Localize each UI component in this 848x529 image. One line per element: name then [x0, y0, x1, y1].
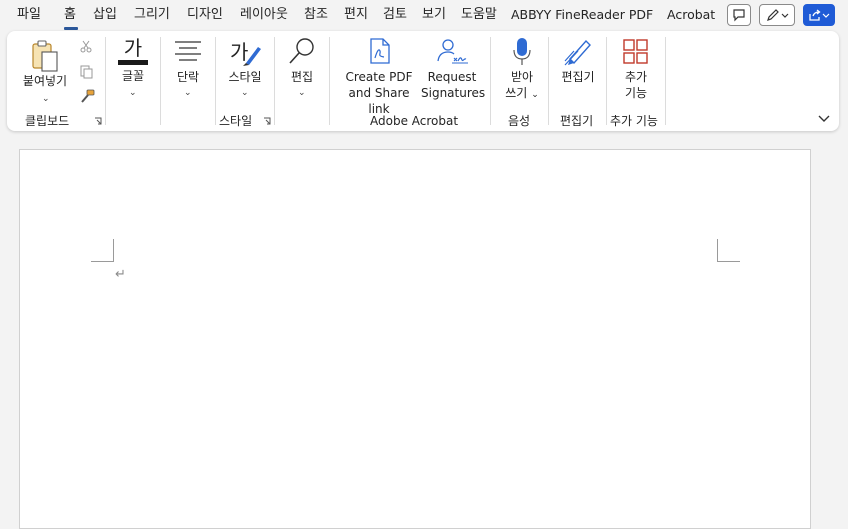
request-signatures-label-1: Request [427, 70, 477, 84]
separator [105, 37, 106, 125]
addins-group-label: 추가 기능 [610, 114, 658, 128]
editor-pen-icon [564, 39, 591, 66]
dictate-button[interactable]: 받아 쓰기 ⌄ [499, 37, 545, 107]
copy-icon[interactable] [79, 65, 93, 79]
paragraph-button[interactable]: 단락 ⌄ [165, 37, 211, 107]
dialog-launcher-icon[interactable] [263, 117, 271, 125]
share-icon [809, 9, 821, 21]
tab-design[interactable]: 디자인 [187, 6, 223, 24]
scissors-icon[interactable] [79, 39, 93, 53]
microphone-icon [513, 38, 531, 65]
separator [665, 37, 666, 125]
chevron-down-icon [781, 13, 789, 18]
dictate-label-1: 받아 [510, 70, 534, 84]
separator [490, 37, 491, 125]
editing-mode-button[interactable] [759, 4, 795, 26]
chevron-down-icon: ⌄ [184, 88, 192, 98]
addins-grid-icon [623, 39, 648, 64]
separator [215, 37, 216, 125]
editor-button[interactable]: 편집기 [555, 37, 601, 107]
top-left-margin-mark [91, 239, 114, 262]
voice-group-label: 음성 [508, 114, 531, 128]
tab-abbyy[interactable]: ABBYY FineReader PDF [511, 6, 653, 24]
request-signatures-label-2: Signatures [421, 86, 486, 100]
tab-home[interactable]: 홈 [64, 6, 76, 24]
create-pdf-label-1: Create PDF [345, 70, 413, 84]
chevron-down-icon: ⌄ [298, 88, 306, 98]
chevron-down-icon: ⌄ [42, 94, 50, 104]
svg-text:가: 가 [230, 40, 248, 64]
editor-label: 편집기 [561, 70, 595, 84]
dialog-launcher-icon[interactable] [94, 117, 102, 125]
create-pdf-share-link-button[interactable]: Create PDF and Share link [337, 37, 421, 116]
chevron-down-icon: ⌄ [241, 88, 249, 98]
collapse-ribbon-icon[interactable] [818, 113, 830, 123]
format-painter-icon[interactable] [79, 89, 95, 105]
comments-button[interactable] [727, 4, 751, 26]
font-label: 글꼴 [121, 69, 145, 83]
tab-draw[interactable]: 그리기 [134, 6, 170, 24]
paste-button[interactable]: 붙여넣기 ⌄ [15, 37, 75, 107]
tab-view[interactable]: 보기 [422, 6, 446, 24]
styles-group-label: 스타일 [219, 114, 253, 128]
clipboard-group-label: 클립보드 [25, 114, 70, 128]
dictate-label-2: 쓰기 ⌄ [499, 85, 545, 103]
clipboard-paste-icon [32, 40, 58, 72]
separator [274, 37, 275, 125]
chevron-down-icon: ⌄ [531, 90, 539, 100]
chevron-down-icon [822, 13, 830, 18]
pen-edit-icon [767, 9, 779, 21]
active-tab-indicator [64, 27, 78, 30]
adobe-acrobat-group-label: Adobe Acrobat [370, 114, 459, 128]
ribbon-tab-bar: 파일 홈 삽입 그리기 디자인 레이아웃 참조 편지 검토 보기 도움말 ABB… [0, 0, 848, 32]
tab-references[interactable]: 참조 [304, 6, 328, 24]
chevron-down-icon: ⌄ [129, 88, 137, 98]
addins-label-1: 추가 [624, 70, 648, 84]
paste-label: 붙여넣기 [22, 74, 68, 88]
tab-file[interactable]: 파일 [17, 6, 41, 24]
paragraph-icon [175, 41, 201, 61]
request-signatures-button[interactable]: Request Signatures [421, 37, 486, 107]
addins-label-2: 기능 [624, 86, 648, 100]
styles-label: 스타일 [228, 70, 262, 84]
editing-button[interactable]: 편집 ⌄ [282, 37, 322, 107]
separator [548, 37, 549, 125]
tab-mailings[interactable]: 편지 [344, 6, 368, 24]
share-button[interactable] [803, 4, 835, 26]
editor-group-label: 편집기 [560, 114, 594, 128]
tab-acrobat[interactable]: Acrobat [667, 6, 715, 24]
separator [606, 37, 607, 125]
tab-insert[interactable]: 삽입 [93, 6, 117, 24]
top-right-margin-mark [717, 239, 740, 262]
request-signature-icon [437, 39, 468, 64]
paragraph-mark: ↵ [115, 267, 126, 282]
separator [160, 37, 161, 125]
create-pdf-icon [370, 38, 390, 64]
separator [329, 37, 330, 125]
search-icon [289, 38, 314, 64]
styles-button[interactable]: 가 스타일 ⌄ [220, 37, 270, 107]
tab-layout[interactable]: 레이아웃 [240, 6, 288, 24]
tab-help[interactable]: 도움말 [461, 6, 497, 24]
styles-icon: 가 [230, 40, 261, 66]
comment-icon [733, 9, 745, 22]
addins-button[interactable]: 추가 기능 [611, 37, 661, 107]
create-pdf-label-2: and Share link [348, 86, 410, 116]
editing-label: 편집 [290, 70, 314, 84]
font-button[interactable]: 가 글꼴 ⌄ [111, 37, 155, 107]
font-color-bar [118, 60, 148, 65]
document-page[interactable]: ↵ [19, 149, 811, 529]
dictate-label-text: 쓰기 [505, 86, 528, 100]
font-icon: 가 [123, 36, 143, 60]
ribbon: 붙여넣기 ⌄ 클립보드 가 글꼴 ⌄ 단락 ⌄ 가 스타일 ⌄ 스타일 편집 ⌄… [7, 31, 839, 131]
tab-review[interactable]: 검토 [383, 6, 407, 24]
paragraph-label: 단락 [176, 70, 200, 84]
